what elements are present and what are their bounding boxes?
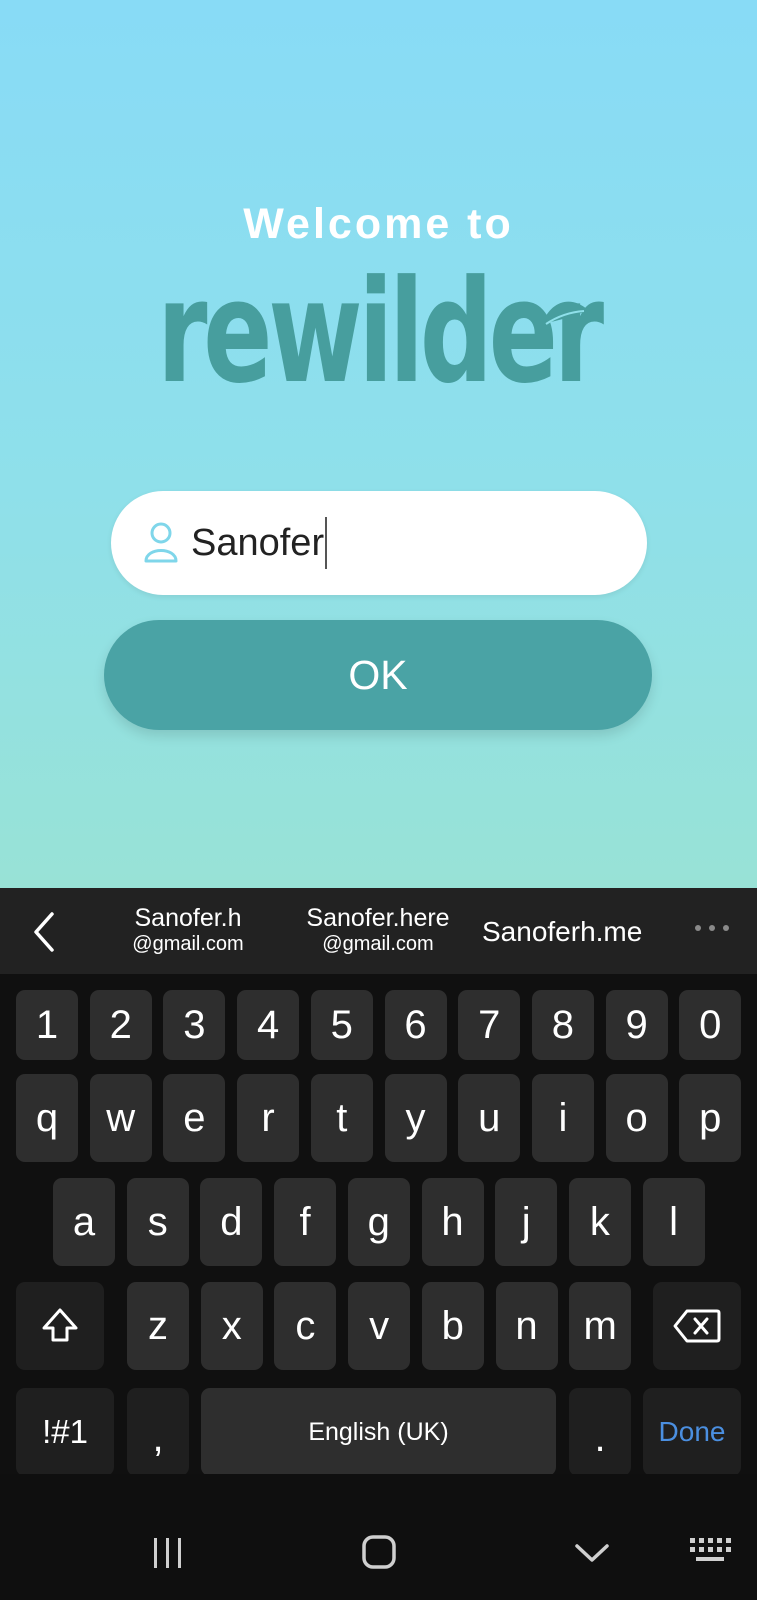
keyboard: 1234567890 qwertyuiop asdfghjkl zxcvbnm … [0,974,757,1476]
key-h[interactable]: h [421,1178,484,1266]
comma-key[interactable]: , [127,1388,189,1476]
key-b[interactable]: b [421,1282,484,1370]
key-d[interactable]: d [200,1178,263,1266]
key-n[interactable]: n [495,1282,558,1370]
suggestion-bar: Sanofer.h @gmail.com Sanofer.here @gmail… [0,888,757,974]
backspace-key[interactable] [653,1282,741,1370]
app-screen: Welcome to rewilder Sanofer OK [0,0,757,888]
key-o[interactable]: o [605,1074,668,1162]
suggestion-3[interactable]: Sanoferh.me [482,916,642,948]
suggestion-2-line2: @gmail.com [322,933,434,955]
leaf-icon [542,301,588,325]
key-v[interactable]: v [348,1282,411,1370]
suggestion-1-line2: @gmail.com [132,933,244,955]
key-a[interactable]: a [53,1178,115,1266]
key-q[interactable]: q [16,1074,78,1162]
key-w[interactable]: w [89,1074,152,1162]
key-s[interactable]: s [126,1178,189,1266]
key-6[interactable]: 6 [384,990,447,1060]
key-x[interactable]: x [200,1282,263,1370]
space-key[interactable]: English (UK) [201,1388,556,1476]
key-p[interactable]: p [679,1074,742,1162]
chevron-left-icon[interactable] [30,910,60,954]
key-t[interactable]: t [310,1074,373,1162]
key-e[interactable]: e [163,1074,226,1162]
recent-apps-icon[interactable] [152,1536,184,1570]
logo: rewilder [0,258,757,408]
key-9[interactable]: 9 [605,990,668,1060]
key-j[interactable]: j [495,1178,558,1266]
logo-text: rewilder [157,250,604,415]
key-0[interactable]: 0 [679,990,742,1060]
done-key[interactable]: Done [643,1388,741,1476]
key-3[interactable]: 3 [163,990,226,1060]
symbols-key[interactable]: !#1 [16,1388,114,1476]
key-g[interactable]: g [347,1178,410,1266]
shift-key[interactable] [16,1282,104,1370]
key-i[interactable]: i [531,1074,594,1162]
username-value[interactable]: Sanofer [191,517,328,569]
suggestion-2[interactable]: Sanofer.here @gmail.com [292,904,464,956]
shift-icon [42,1308,78,1342]
key-8[interactable]: 8 [531,990,594,1060]
key-u[interactable]: u [458,1074,521,1162]
key-k[interactable]: k [568,1178,631,1266]
user-icon [144,522,178,563]
key-y[interactable]: y [384,1074,447,1162]
keyboard-icon[interactable] [688,1536,732,1564]
key-z[interactable]: z [127,1282,189,1370]
key-5[interactable]: 5 [310,990,373,1060]
key-2[interactable]: 2 [89,990,152,1060]
key-f[interactable]: f [274,1178,337,1266]
key-1[interactable]: 1 [16,990,78,1060]
key-r[interactable]: r [237,1074,300,1162]
welcome-heading: Welcome to [243,200,514,248]
key-m[interactable]: m [569,1282,632,1370]
period-key[interactable]: . [569,1388,631,1476]
key-7[interactable]: 7 [458,990,521,1060]
chevron-down-icon[interactable] [574,1542,610,1566]
username-field[interactable]: Sanofer [111,491,647,595]
suggestion-1-line1: Sanofer.h [134,904,242,932]
key-4[interactable]: 4 [237,990,300,1060]
key-l[interactable]: l [642,1178,705,1266]
navigation-bar [0,1474,757,1600]
ok-button[interactable]: OK [104,620,652,730]
suggestion-2-line1: Sanofer.here [306,904,450,932]
home-icon[interactable] [361,1534,397,1570]
more-options-icon[interactable] [692,918,732,938]
key-c[interactable]: c [274,1282,337,1370]
suggestion-1[interactable]: Sanofer.h @gmail.com [118,904,258,956]
backspace-icon [673,1309,721,1343]
